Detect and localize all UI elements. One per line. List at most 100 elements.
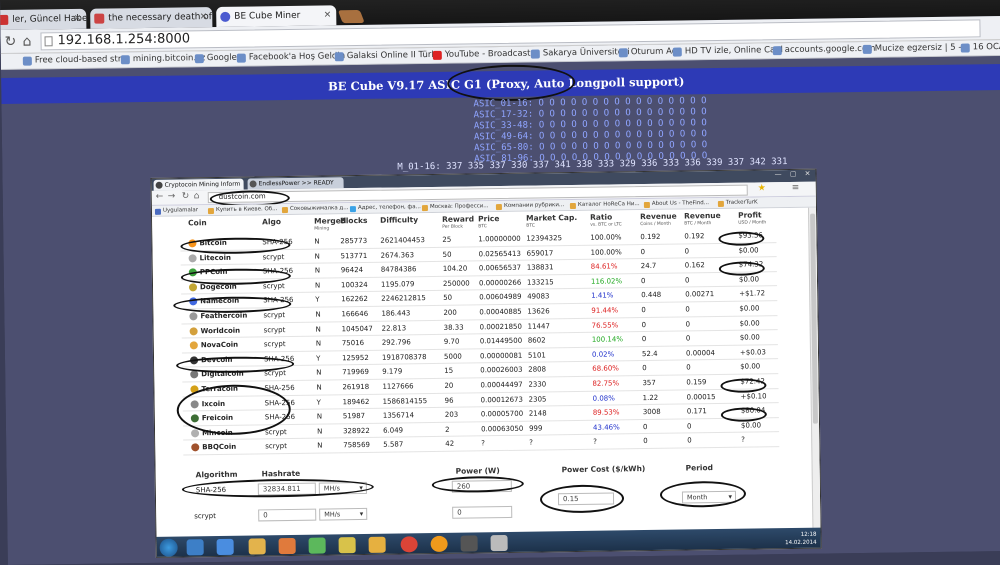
table-cell: 0 (643, 437, 648, 446)
bookmark[interactable]: mining.bitcoin.cz (120, 53, 205, 65)
column-subheader: Per Block (442, 224, 464, 230)
table-cell: 0.08% (592, 394, 615, 403)
coin-link[interactable]: Bitcoin (188, 239, 227, 248)
pen-icon[interactable] (490, 534, 508, 552)
menu-icon[interactable]: ≡ (792, 183, 800, 193)
star-icon[interactable]: ★ (758, 183, 766, 193)
bookmark[interactable]: About Us - TheFind... (643, 200, 709, 209)
table-cell: 0.00012673 (480, 395, 523, 404)
table-cell: scrypt (265, 427, 287, 437)
coin-link[interactable]: Ixcoin (190, 399, 225, 408)
folder-icon[interactable] (248, 538, 266, 555)
period-select[interactable]: Month (681, 490, 737, 504)
table-cell: 328922 (342, 426, 370, 436)
table-cell: 91.44% (591, 306, 619, 315)
table-cell: 999 (528, 424, 543, 433)
outer-tab-news[interactable]: ler, Güncel Haberler, G✕ (0, 8, 87, 31)
calendar-icon[interactable] (460, 535, 478, 552)
coin-link[interactable]: Mincoin (191, 429, 233, 438)
coin-link[interactable]: Namecoin (189, 297, 239, 306)
bookmark-icon (569, 202, 576, 210)
bookmark[interactable]: Free cloud-based stra (22, 54, 127, 66)
table-cell: 203 (444, 410, 459, 420)
bookmark[interactable]: Компании рубрики... (495, 202, 564, 211)
bookmark[interactable]: 16 OCAK (960, 42, 1000, 53)
bookmark[interactable]: Oturum Aç (618, 47, 676, 58)
chrome-icon[interactable] (400, 536, 418, 553)
table-cell: 0.00040885 (479, 307, 522, 317)
power-cost-input[interactable]: 0.15 (557, 492, 615, 506)
close-icon[interactable]: ✕ (74, 9, 82, 29)
coin-link[interactable]: NovaCoin (189, 341, 238, 350)
reload-icon[interactable]: ↻ (182, 191, 190, 201)
coin-link[interactable]: Feathercoin (189, 312, 247, 321)
table-cell: N (316, 368, 322, 378)
system-clock[interactable]: 12:18 14.02.2014 (785, 531, 817, 547)
bookmark-icon (772, 46, 782, 56)
coin-link[interactable]: Devcoin (189, 356, 233, 365)
bookmark[interactable]: Купить в Киеве. Об... (207, 206, 277, 215)
coin-link[interactable]: Dogecoin (188, 283, 237, 292)
coin-link[interactable]: Worldcoin (189, 326, 240, 335)
sha-hashrate-input[interactable]: 32834.811 (257, 482, 316, 496)
media-icon[interactable] (216, 538, 234, 556)
bookmark[interactable]: Адрес, телефон, фа... (349, 204, 421, 213)
ie-icon[interactable] (186, 539, 204, 556)
scrollbar-thumb[interactable] (810, 213, 818, 424)
sha-power-input[interactable]: 260 (451, 479, 512, 493)
table-cell: $0.00 (739, 304, 760, 313)
game-icon[interactable] (368, 536, 386, 553)
sha-unit-select[interactable]: MH/s (318, 481, 367, 495)
bookmark[interactable]: accounts.google.com (772, 44, 875, 56)
forward-icon[interactable]: → (168, 192, 176, 202)
table-cell: 22.813 (381, 323, 407, 333)
table-cell: 250000 (442, 279, 470, 288)
scrypt-power-input[interactable]: 0 (452, 505, 513, 519)
close-icon[interactable]: ✕ (324, 5, 332, 25)
vpn-icon[interactable] (308, 537, 326, 554)
period-label: Period (685, 463, 714, 473)
bookmark[interactable]: Соковыжималка д... (281, 205, 349, 214)
home-icon[interactable]: ⌂ (22, 33, 31, 51)
coin-link[interactable]: Freicoin (190, 414, 233, 423)
coin-icon (155, 181, 163, 189)
scrypt-hashrate-input[interactable]: 0 (258, 508, 317, 522)
table-cell: 9.179 (382, 367, 403, 377)
player-icon[interactable] (278, 537, 296, 555)
bookmark[interactable]: Москва: Професси... (421, 203, 489, 212)
table-cell: 357 (642, 378, 656, 388)
new-tab-button[interactable] (337, 9, 365, 24)
coin-link[interactable]: PPCoin (188, 268, 227, 277)
bookmark[interactable]: Uygulamalar (154, 207, 198, 215)
table-cell: 0 (684, 276, 690, 285)
outer-tab-article[interactable]: the necessary death of char✕ (90, 7, 213, 29)
home-icon[interactable]: ⌂ (194, 191, 200, 201)
bookmark[interactable]: Google (194, 53, 237, 64)
bookmark[interactable]: Facebook'a Hoş Geldin (236, 51, 345, 63)
reload-icon[interactable]: ↻ (4, 33, 16, 51)
bookmark[interactable]: TrackerTurK (717, 199, 758, 207)
bookmark-icon (672, 47, 682, 57)
bookmark[interactable]: Galaksi Online II Türkç (334, 50, 441, 62)
table-cell: SHA-256 (264, 383, 295, 393)
table-cell: $93.36 (738, 231, 763, 240)
firefox-icon[interactable] (430, 535, 448, 553)
bookmark[interactable]: Каталог HoReCa Ни... (569, 201, 640, 210)
bookmark[interactable]: Mucize egzersiz | 5 - (862, 43, 961, 54)
coin-link[interactable]: Terracoin (190, 385, 238, 394)
coin-icon (189, 312, 198, 321)
window-controls[interactable]: — ▢ ✕ (775, 170, 814, 179)
coin-link[interactable]: Litecoin (188, 253, 231, 262)
bookmark[interactable]: Sakarya Üniversitesi (530, 47, 630, 59)
close-icon[interactable]: ✕ (200, 7, 208, 27)
scrypt-unit-select[interactable]: MH/s (319, 507, 368, 521)
tool-icon[interactable] (338, 537, 356, 554)
coin-link[interactable]: Digitalcoin (190, 370, 244, 379)
back-icon[interactable]: ← (156, 192, 164, 202)
coin-link[interactable]: BBQCoin (191, 443, 236, 452)
bookmark[interactable]: YouTube - Broadcast y (432, 48, 538, 60)
windows-start-icon[interactable] (159, 538, 178, 557)
coin-icon (190, 414, 199, 423)
bookmark[interactable]: HD TV izle, Online Canl (672, 45, 783, 57)
outer-tab-becube[interactable]: BE Cube Miner ✕ (216, 5, 337, 27)
